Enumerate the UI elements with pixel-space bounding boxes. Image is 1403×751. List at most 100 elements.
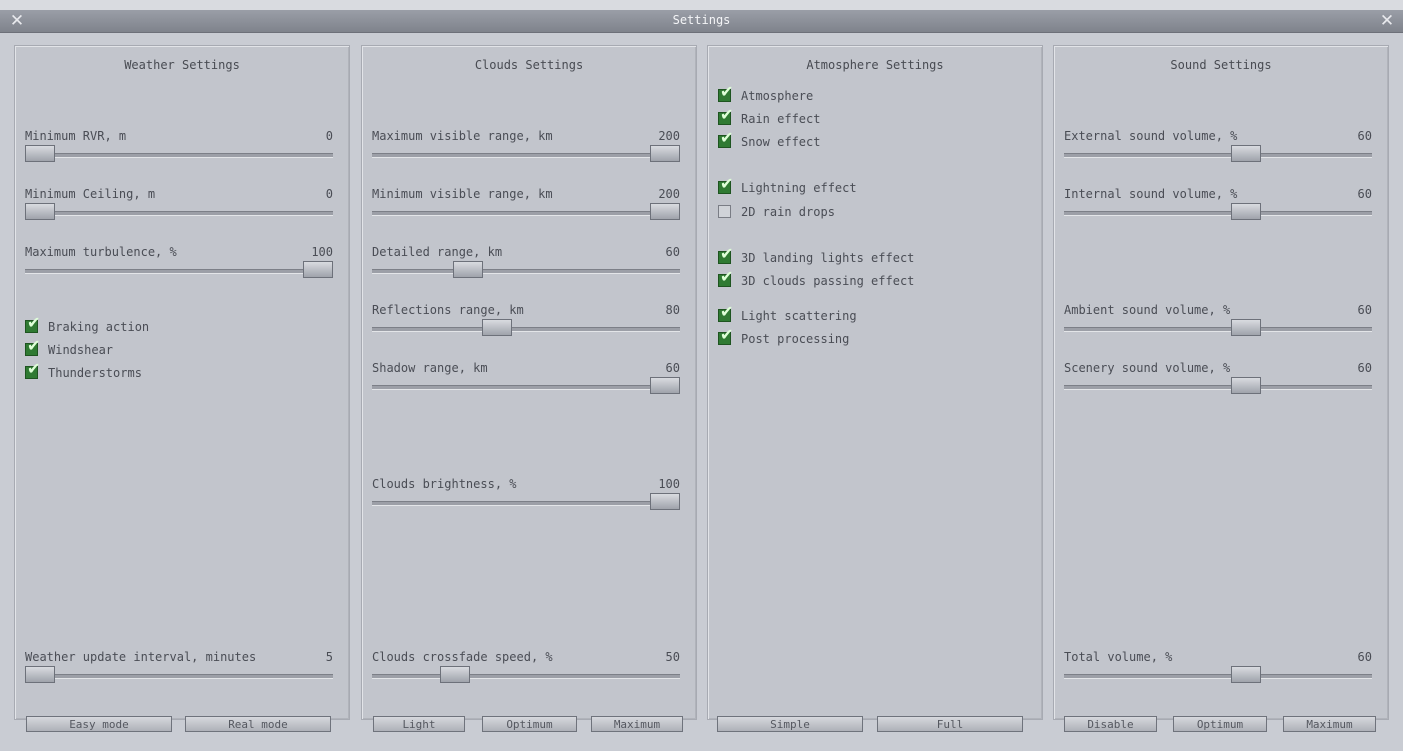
slider-label: Detailed range, km (372, 245, 503, 259)
slider-track[interactable] (372, 211, 680, 216)
slider-thumb[interactable] (650, 203, 680, 220)
simple-button[interactable]: Simple (717, 716, 863, 732)
minimum-ceiling-slider[interactable]: Minimum Ceiling, m 0 (25, 187, 333, 223)
slider-track[interactable] (1064, 385, 1372, 390)
slider-value: 0 (325, 129, 333, 143)
slider-thumb[interactable] (1231, 666, 1261, 683)
clouds-crossfade-speed-slider[interactable]: Clouds crossfade speed, % 50 (372, 650, 680, 686)
slider-value: 60 (1357, 129, 1372, 143)
window-title: Settings (672, 13, 731, 27)
checkbox-box[interactable]: ✔ (25, 338, 40, 356)
internal-sound-volume-slider[interactable]: Internal sound volume, % 60 (1064, 187, 1372, 223)
detailed-range-slider[interactable]: Detailed range, km 60 (372, 245, 680, 281)
scenery-sound-volume-slider[interactable]: Scenery sound volume, % 60 (1064, 361, 1372, 397)
external-sound-volume-slider[interactable]: External sound volume, % 60 (1064, 129, 1372, 165)
checkbox-box[interactable]: ✔ (718, 130, 733, 148)
slider-thumb[interactable] (650, 493, 680, 510)
slider-thumb[interactable] (1231, 319, 1261, 336)
sound-settings-panel: Sound Settings External sound volume, % … (1053, 45, 1389, 732)
maximum-button[interactable]: Maximum (591, 716, 683, 732)
close-right-icon[interactable]: ✕ (1377, 11, 1397, 31)
slider-label: Shadow range, km (372, 361, 488, 375)
clouds-brightness-slider[interactable]: Clouds brightness, % 100 (372, 477, 680, 513)
slider-thumb[interactable] (25, 203, 55, 220)
checkbox-label: 2D rain drops (741, 205, 835, 219)
slider-thumb[interactable] (303, 261, 333, 278)
slider-track[interactable] (372, 501, 680, 506)
slider-track[interactable] (1064, 211, 1372, 216)
checkbox-label: Windshear (48, 343, 114, 357)
checkbox-box[interactable] (718, 205, 731, 218)
checkbox-box[interactable]: ✔ (718, 84, 733, 102)
weather-update-interval-slider[interactable]: Weather update interval, minutes 5 (25, 650, 333, 686)
slider-thumb[interactable] (25, 666, 55, 683)
checkbox-box[interactable]: ✔ (718, 269, 733, 287)
slider-thumb[interactable] (1231, 377, 1261, 394)
slider-label: Minimum Ceiling, m (25, 187, 156, 201)
slider-track[interactable] (372, 327, 680, 332)
reflections-range-slider[interactable]: Reflections range, km 80 (372, 303, 680, 339)
atmosphere-settings-panel: Atmosphere Settings ✔ Atmosphere ✔ Rain … (707, 45, 1043, 732)
slider-value: 100 (658, 477, 680, 491)
slider-label: External sound volume, % (1064, 129, 1238, 143)
settings-content: Weather Settings Minimum RVR, m 0 Minimu… (0, 33, 1403, 751)
slider-track[interactable] (1064, 674, 1372, 679)
checkbox-box[interactable]: ✔ (718, 176, 733, 194)
checkbox-box[interactable]: ✔ (718, 304, 733, 322)
maximum-visible-range-slider[interactable]: Maximum visible range, km 200 (372, 129, 680, 165)
slider-track[interactable] (25, 269, 333, 274)
slider-track[interactable] (1064, 327, 1372, 332)
shadow-range-slider[interactable]: Shadow range, km 60 (372, 361, 680, 397)
slider-thumb[interactable] (1231, 203, 1261, 220)
slider-thumb[interactable] (650, 145, 680, 162)
optimum-button[interactable]: Optimum (1173, 716, 1267, 732)
checkbox-box[interactable]: ✔ (718, 327, 733, 345)
slider-thumb[interactable] (482, 319, 512, 336)
maximum-turbulence-slider[interactable]: Maximum turbulence, % 100 (25, 245, 333, 281)
slider-track[interactable] (372, 269, 680, 274)
checkbox-label: Snow effect (741, 135, 821, 149)
total-volume-slider[interactable]: Total volume, % 60 (1064, 650, 1372, 686)
disable-button[interactable]: Disable (1064, 716, 1157, 732)
minimum-visible-range-slider[interactable]: Minimum visible range, km 200 (372, 187, 680, 223)
checkbox-box[interactable]: ✔ (25, 361, 40, 379)
checkbox-box[interactable]: ✔ (718, 107, 733, 125)
checkbox-label: 3D landing lights effect (741, 251, 915, 265)
slider-value: 60 (1357, 361, 1372, 375)
slider-track[interactable] (372, 674, 680, 679)
checkbox-box[interactable]: ✔ (718, 246, 733, 264)
slider-value: 80 (665, 303, 680, 317)
slider-thumb[interactable] (1231, 145, 1261, 162)
slider-thumb[interactable] (453, 261, 483, 278)
slider-value: 200 (658, 129, 680, 143)
slider-value: 200 (658, 187, 680, 201)
slider-thumb[interactable] (650, 377, 680, 394)
maximum-button[interactable]: Maximum (1283, 716, 1376, 732)
slider-value: 60 (665, 361, 680, 375)
optimum-button[interactable]: Optimum (482, 716, 577, 732)
slider-track[interactable] (372, 153, 680, 158)
slider-track[interactable] (25, 211, 333, 216)
ambient-sound-volume-slider[interactable]: Ambient sound volume, % 60 (1064, 303, 1372, 339)
checkbox-box[interactable]: ✔ (25, 315, 40, 333)
check-icon: ✔ (720, 82, 734, 101)
slider-value: 50 (665, 650, 680, 664)
slider-value: 100 (311, 245, 333, 259)
real-mode-button[interactable]: Real mode (185, 716, 331, 732)
check-icon: ✔ (27, 313, 41, 332)
slider-track[interactable] (372, 385, 680, 390)
slider-track[interactable] (1064, 153, 1372, 158)
slider-thumb[interactable] (25, 145, 55, 162)
slider-value: 60 (1357, 187, 1372, 201)
light-button[interactable]: Light (373, 716, 465, 732)
slider-thumb[interactable] (440, 666, 470, 683)
full-button[interactable]: Full (877, 716, 1023, 732)
slider-track[interactable] (25, 674, 333, 679)
checkbox-label: Rain effect (741, 112, 821, 126)
slider-label: Total volume, % (1064, 650, 1173, 664)
slider-track[interactable] (25, 153, 333, 158)
weather-settings-panel: Weather Settings Minimum RVR, m 0 Minimu… (14, 45, 350, 732)
easy-mode-button[interactable]: Easy mode (26, 716, 172, 732)
minimum-rvr-slider[interactable]: Minimum RVR, m 0 (25, 129, 333, 165)
checkbox-label: Lightning effect (741, 181, 857, 195)
